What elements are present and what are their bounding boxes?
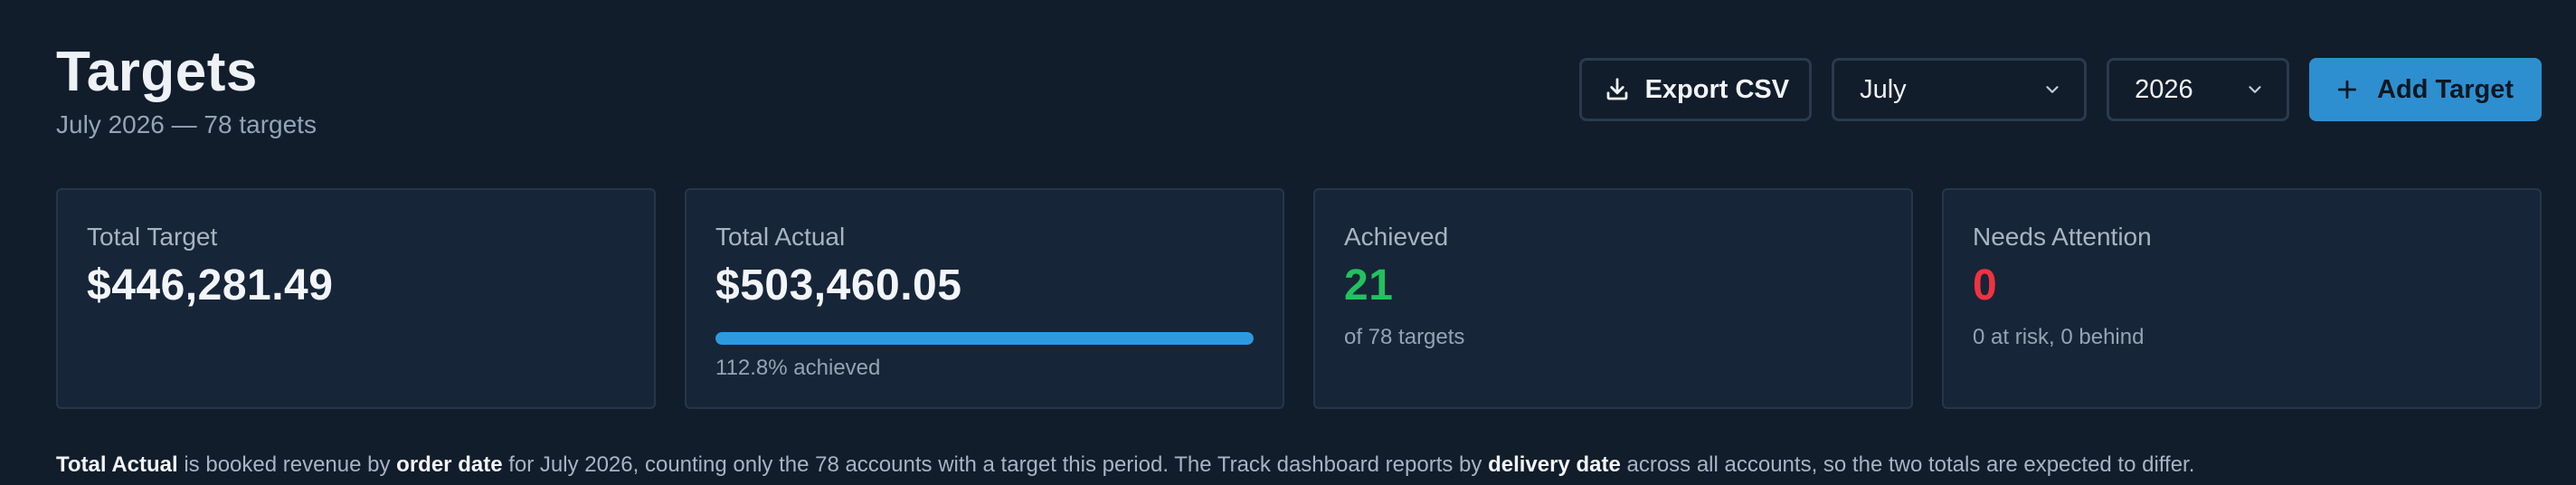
add-target-label: Add Target [2377, 74, 2514, 104]
footnote-bold: Total Actual [56, 452, 178, 477]
year-select-value: 2026 [2135, 74, 2193, 104]
page-title: Targets [56, 41, 258, 103]
progress-fill [715, 332, 1254, 345]
footnote-bold: delivery date [1488, 452, 1621, 477]
needs-attention-note: 0 at risk, 0 behind [1973, 325, 2145, 349]
plus-icon [2335, 78, 2359, 101]
needs-attention-count: 0 [1973, 262, 1998, 309]
footnote-text: across all accounts, so the two totals a… [1620, 452, 2195, 477]
chevron-down-icon [2245, 80, 2265, 100]
chevron-down-icon [2042, 80, 2062, 100]
card-label: Achieved [1344, 223, 1449, 251]
export-csv-button[interactable]: Export CSV [1578, 58, 1813, 121]
page-header: Targets July 2026 — 78 targets Export CS… [56, 36, 2542, 154]
achieved-card: Achieved 21 of 78 targets [1313, 188, 1913, 409]
achievement-percent: 112.8% achieved [715, 356, 881, 380]
total-actual-card: Total Actual $503,460.05 112.8% achieved [685, 188, 1284, 409]
month-select[interactable]: July [1832, 58, 2088, 121]
achieved-note: of 78 targets [1344, 325, 1465, 349]
year-select[interactable]: 2026 [2107, 58, 2290, 121]
export-csv-label: Export CSV [1644, 74, 1790, 104]
total-actual-value: $503,460.05 [715, 262, 962, 309]
total-target-value: $446,281.49 [87, 262, 334, 309]
footnote-text: is booked revenue by [177, 452, 397, 477]
card-label: Total Actual [715, 223, 846, 251]
footnote-bold: order date [396, 452, 503, 477]
needs-attention-card: Needs Attention 0 0 at risk, 0 behind [1942, 188, 2542, 409]
achievement-progress-bar [715, 332, 1254, 345]
card-label: Total Target [87, 223, 218, 251]
download-icon [1604, 76, 1631, 103]
footnote-text: for July 2026, counting only the 78 acco… [502, 452, 1489, 477]
targets-page: Targets July 2026 — 78 targets Export CS… [0, 0, 2576, 485]
toolbar: Export CSV July 2026 Add Target [1578, 58, 2542, 121]
total-target-card: Total Target $446,281.49 [56, 188, 656, 409]
totals-explanation-note: Total Actual is booked revenue by order … [56, 452, 2194, 478]
summary-cards: Total Target $446,281.49 Total Actual $5… [56, 188, 2542, 409]
achieved-count: 21 [1344, 262, 1394, 309]
add-target-button[interactable]: Add Target [2309, 58, 2542, 121]
page-subtitle: July 2026 — 78 targets [56, 110, 317, 138]
month-select-value: July [1860, 74, 1907, 104]
card-label: Needs Attention [1973, 223, 2152, 251]
